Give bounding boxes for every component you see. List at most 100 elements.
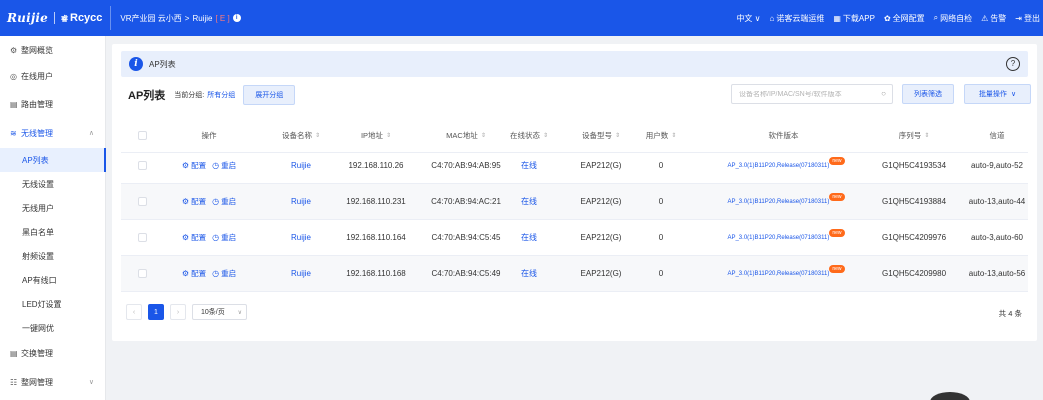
breadcrumb-device[interactable]: Ruijie [192,14,212,23]
restart-button[interactable]: ◷ 重启 [212,196,236,207]
sidebar-item-wireless-users[interactable]: 无线用户 [0,196,106,220]
sidebar-item-label: LED灯设置 [22,299,62,309]
config-button[interactable]: ⚙ 配置 [182,196,206,207]
config-button[interactable]: ⚙ 配置 [182,160,206,171]
sidebar-group-network-management[interactable]: ☷ 整网管理 ∨ [0,370,106,394]
header-divider [110,6,112,30]
header-label: 操作 [201,130,217,140]
header-status[interactable]: 在线状态 ⇕ [494,118,564,152]
network-config-link[interactable]: ✿ 全网配置 [884,13,925,24]
download-app-link[interactable]: ▦ 下载APP [833,13,875,24]
device-name-link[interactable]: Ruijie [261,148,341,183]
row-operations: ⚙ 配置 ◷ 重启 [169,184,249,219]
config-button[interactable]: ⚙ 配置 [182,268,206,279]
restart-button[interactable]: ◷ 重启 [212,268,236,279]
user-icon: ◎ [10,71,17,81]
sidebar-item-routing[interactable]: ▤ 路由管理 [0,92,106,116]
row-checkbox[interactable] [137,197,147,206]
list-filter-button[interactable]: 列表筛选 [902,84,954,104]
sidebar-item-blacklist[interactable]: 黑白名单 [0,220,106,244]
row-checkbox[interactable] [137,233,147,242]
home-icon: ⌂ [769,13,775,23]
expand-group-button[interactable]: 展开分组 [243,85,296,105]
users-cell: 0 [658,233,664,242]
restart-button[interactable]: ◷ 重启 [212,160,236,171]
sidebar-item-online-users[interactable]: ◎ 在线用户 [0,64,106,88]
status-cell: 在线 [521,233,537,242]
sort-icon: ⇕ [671,132,677,139]
group-value[interactable]: 所有分组 [207,90,235,100]
sidebar-item-ap-wired-port[interactable]: AP有线口 [0,268,106,292]
sort-icon: ⇕ [480,132,486,139]
model-cell: EAP212(G) [580,161,622,170]
sidebar-group-wireless[interactable]: ≋ 无线管理 ∧ [0,121,106,145]
version-link[interactable]: AP_3.0(1)B11P20,Release(07180311) [727,199,829,205]
header-users[interactable]: 用户数 ⇕ [631,118,691,152]
sort-icon: ⇕ [924,132,930,139]
sidebar-item-label: 交换管理 [21,348,53,358]
cloud-ops-link[interactable]: ⌂ 诺客云端运维 [770,13,825,24]
alarm-link[interactable]: ⚠ 告警 [981,13,1006,24]
config-button[interactable]: ⚙ 配置 [182,232,206,243]
header-model[interactable]: 设备型号 ⇕ [561,118,641,152]
config-label: 配置 [191,161,207,170]
config-icon: ✿ [883,13,891,23]
breadcrumb-project[interactable]: VR产业园 云小西 [120,13,181,24]
header-device-name[interactable]: 设备名称 ⇕ [261,118,341,152]
info-icon: i [129,57,143,71]
sidebar-item-overview[interactable]: ⚙ 整网概览 [0,38,106,62]
prev-page-button[interactable]: ‹ [126,304,142,320]
batch-operation-button[interactable]: 批量操作 ∨ [964,84,1031,104]
new-badge: new [829,228,845,237]
row-checkbox[interactable] [137,161,147,170]
chevron-down-icon: ∨ [1010,91,1017,98]
sidebar-item-ap-list[interactable]: AP列表 [0,148,106,172]
version-link[interactable]: AP_3.0(1)B11P20,Release(07180311) [727,271,829,277]
search-icon[interactable]: ○ [881,89,886,98]
search-box[interactable]: ○ [731,84,893,104]
restart-button[interactable]: ◷ 重启 [212,232,236,243]
sort-icon: ⇕ [542,132,549,139]
page-size-select[interactable]: 10条/页 ∨ [192,304,247,320]
logout-icon: ⇥ [1015,13,1022,23]
floating-assistant-icon[interactable] [930,392,970,400]
users-cell: 0 [658,269,664,278]
sort-icon: ⇕ [314,132,321,139]
sidebar-item-led-settings[interactable]: LED灯设置 [0,292,106,316]
header-operation: 操作 [169,118,249,152]
row-checkbox[interactable] [137,269,147,278]
ip-cell: 192.168.110.164 [346,233,406,242]
version-link[interactable]: AP_3.0(1)B11P20,Release(07180311) [727,235,829,241]
sidebar-item-label: 在线用户 [21,71,53,81]
restart-label: 重启 [221,233,237,242]
select-all-checkbox[interactable] [137,130,147,140]
page-1-button[interactable]: 1 [148,304,164,320]
switch-icon: ▤ [10,348,18,358]
logo-divider [54,12,55,24]
device-name-link[interactable]: Ruijie [261,256,341,291]
sidebar-item-switch[interactable]: ▤ 交换管理 [0,341,106,365]
channel-cell: auto-13,auto-56 [968,269,1026,278]
network-icon: ☷ [10,377,18,387]
logout-link[interactable]: ⇥ 登出 [1015,13,1040,24]
network-check-link[interactable]: ⌕ 网络自检 [934,13,972,24]
info-bar: i AP列表 [121,51,1028,77]
search-input[interactable] [739,90,879,98]
info-icon[interactable]: i [232,14,241,22]
restart-label: 重启 [221,197,237,206]
brand-mark-icon: 睿 [61,16,68,23]
next-page-button[interactable]: › [170,304,186,320]
version-link[interactable]: AP_3.0(1)B11P20,Release(07180311) [727,163,829,169]
help-icon[interactable]: ? [1006,57,1020,71]
restart-label: 重启 [221,161,237,170]
language-switch[interactable]: 中文 ∨ [736,13,760,24]
sidebar-item-one-click-optimize[interactable]: 一键网优 [0,316,106,340]
header-ip[interactable]: IP地址 ⇕ [336,118,416,152]
sidebar-item-radio-settings[interactable]: 射频设置 [0,244,106,268]
device-name-link[interactable]: Ruijie [261,184,341,219]
device-name-link[interactable]: Ruijie [261,220,341,255]
chevron-down-icon: ∨ [88,379,94,386]
header-serial[interactable]: 序列号 ⇕ [864,118,964,152]
model-cell: EAP212(G) [580,233,622,242]
sidebar-item-wireless-settings[interactable]: 无线设置 [0,172,106,196]
